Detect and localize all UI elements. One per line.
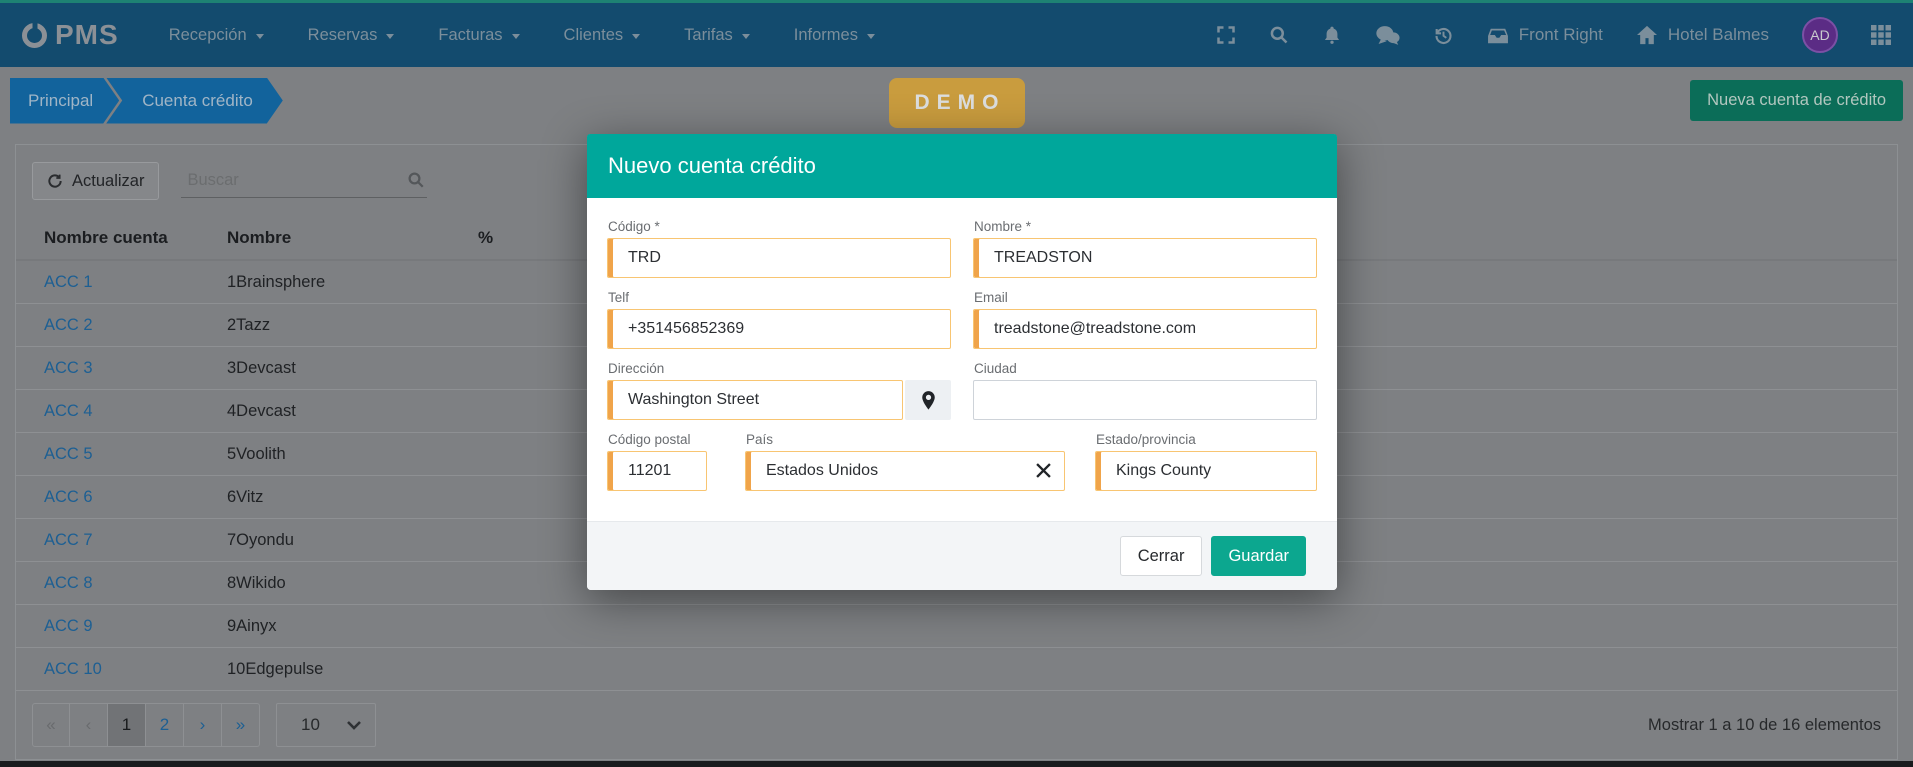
apps-grid-icon[interactable] bbox=[1871, 25, 1891, 45]
chevron-down-icon bbox=[867, 34, 875, 39]
navbar-right: Front Right Hotel Balmes AD bbox=[1216, 17, 1891, 53]
col-nombre: Nombre bbox=[199, 228, 450, 248]
history-icon[interactable] bbox=[1433, 25, 1454, 46]
location-pin-icon bbox=[921, 391, 936, 410]
modal-body: Código * Nombre * Telf Email Dirección bbox=[587, 198, 1337, 511]
app-logo[interactable]: PMS bbox=[22, 19, 119, 51]
field-estado-provincia: Estado/provincia bbox=[1095, 432, 1317, 491]
field-codigo: Código * bbox=[607, 219, 951, 278]
pms-app: PMS Recepción Reservas Facturas Clientes… bbox=[0, 0, 1913, 767]
account-link[interactable]: ACC 8 bbox=[16, 574, 199, 593]
pagination-bar: « ‹ 1 2 › » 10 Mostrar 1 a 10 de 16 elem… bbox=[32, 703, 1881, 747]
col-nombre-cuenta: Nombre cuenta bbox=[16, 228, 199, 248]
chevron-down-icon bbox=[742, 34, 750, 39]
chat-icon[interactable] bbox=[1375, 25, 1400, 46]
chevron-down-icon bbox=[347, 721, 361, 730]
pais-input[interactable] bbox=[745, 451, 1065, 491]
menu-tarifas[interactable]: Tarifas bbox=[668, 16, 766, 55]
account-link[interactable]: ACC 6 bbox=[16, 488, 199, 507]
fullscreen-icon[interactable] bbox=[1216, 25, 1236, 45]
menu-facturas[interactable]: Facturas bbox=[422, 16, 535, 55]
ciudad-input[interactable] bbox=[973, 380, 1317, 420]
clear-icon[interactable] bbox=[1036, 463, 1051, 478]
table-row: ACC 99Ainyx bbox=[16, 605, 1897, 648]
breadcrumb-principal[interactable]: Principal bbox=[10, 78, 119, 124]
page-size-select[interactable]: 10 bbox=[276, 703, 376, 747]
page-prev-button[interactable]: ‹ bbox=[70, 703, 108, 747]
menu-reservas[interactable]: Reservas bbox=[292, 16, 411, 55]
modal-footer: Cerrar Guardar bbox=[587, 521, 1337, 590]
subheader: Principal Cuenta crédito DEMO Nueva cuen… bbox=[0, 67, 1913, 134]
avatar[interactable]: AD bbox=[1802, 17, 1838, 53]
logo-icon bbox=[22, 23, 47, 48]
save-button[interactable]: Guardar bbox=[1211, 536, 1306, 576]
hotel-selector[interactable]: Hotel Balmes bbox=[1636, 25, 1769, 45]
bell-icon[interactable] bbox=[1322, 24, 1342, 46]
new-credit-account-button[interactable]: Nueva cuenta de crédito bbox=[1690, 80, 1903, 121]
chevron-down-icon bbox=[256, 34, 264, 39]
field-direccion: Dirección bbox=[607, 361, 951, 420]
chevron-down-icon bbox=[632, 34, 640, 39]
account-link[interactable]: ACC 7 bbox=[16, 531, 199, 550]
codigo-postal-input[interactable] bbox=[607, 451, 707, 491]
refresh-button[interactable]: Actualizar bbox=[32, 162, 159, 200]
table-row: ACC 1010Edgepulse bbox=[16, 648, 1897, 691]
page-last-button[interactable]: » bbox=[222, 703, 260, 747]
telf-input[interactable] bbox=[607, 309, 951, 349]
pagination: « ‹ 1 2 › » bbox=[32, 703, 260, 747]
nombre-input[interactable] bbox=[973, 238, 1317, 278]
field-pais: País bbox=[745, 432, 1065, 491]
footer-strip bbox=[0, 761, 1913, 767]
field-nombre: Nombre * bbox=[973, 219, 1317, 278]
account-link[interactable]: ACC 1 bbox=[16, 273, 199, 292]
menu-clientes[interactable]: Clientes bbox=[548, 16, 657, 55]
field-telf: Telf bbox=[607, 290, 951, 349]
pagination-summary: Mostrar 1 a 10 de 16 elementos bbox=[1648, 716, 1881, 735]
front-office-selector[interactable]: Front Right bbox=[1487, 25, 1603, 45]
breadcrumb-cuenta-credito[interactable]: Cuenta crédito bbox=[106, 78, 283, 124]
page-next-button[interactable]: › bbox=[184, 703, 222, 747]
estado-provincia-input[interactable] bbox=[1095, 451, 1317, 491]
geolocate-button[interactable] bbox=[905, 380, 951, 420]
chevron-down-icon bbox=[512, 34, 520, 39]
account-link[interactable]: ACC 4 bbox=[16, 402, 199, 421]
account-link[interactable]: ACC 9 bbox=[16, 617, 199, 636]
page-1-button[interactable]: 1 bbox=[108, 703, 146, 747]
codigo-input[interactable] bbox=[607, 238, 951, 278]
refresh-icon bbox=[47, 173, 63, 189]
search-icon[interactable] bbox=[1269, 25, 1289, 45]
search-box bbox=[181, 165, 427, 198]
brand-name: PMS bbox=[55, 19, 119, 51]
field-email: Email bbox=[973, 290, 1317, 349]
account-link[interactable]: ACC 3 bbox=[16, 359, 199, 378]
main-menu: Recepción Reservas Facturas Clientes Tar… bbox=[153, 16, 891, 55]
page-2-button[interactable]: 2 bbox=[146, 703, 184, 747]
modal-title: Nuevo cuenta crédito bbox=[608, 153, 816, 179]
menu-recepcion[interactable]: Recepción bbox=[153, 16, 280, 55]
field-codigo-postal: Código postal bbox=[607, 432, 707, 491]
home-icon bbox=[1636, 25, 1658, 45]
modal-header: Nuevo cuenta crédito bbox=[587, 134, 1337, 198]
direccion-input[interactable] bbox=[607, 380, 903, 420]
menu-informes[interactable]: Informes bbox=[778, 16, 891, 55]
page-first-button[interactable]: « bbox=[32, 703, 70, 747]
field-ciudad: Ciudad bbox=[973, 361, 1317, 420]
account-link[interactable]: ACC 10 bbox=[16, 660, 199, 679]
demo-badge: DEMO bbox=[889, 78, 1025, 128]
search-icon[interactable] bbox=[407, 171, 425, 189]
account-link[interactable]: ACC 5 bbox=[16, 445, 199, 464]
new-credit-account-modal: Nuevo cuenta crédito Código * Nombre * T… bbox=[587, 134, 1337, 590]
inbox-icon bbox=[1487, 26, 1509, 45]
chevron-down-icon bbox=[386, 34, 394, 39]
account-link[interactable]: ACC 2 bbox=[16, 316, 199, 335]
close-button[interactable]: Cerrar bbox=[1120, 536, 1203, 576]
top-navbar: PMS Recepción Reservas Facturas Clientes… bbox=[0, 0, 1913, 67]
search-input[interactable] bbox=[185, 170, 407, 191]
email-input[interactable] bbox=[973, 309, 1317, 349]
breadcrumb: Principal Cuenta crédito bbox=[10, 78, 283, 124]
